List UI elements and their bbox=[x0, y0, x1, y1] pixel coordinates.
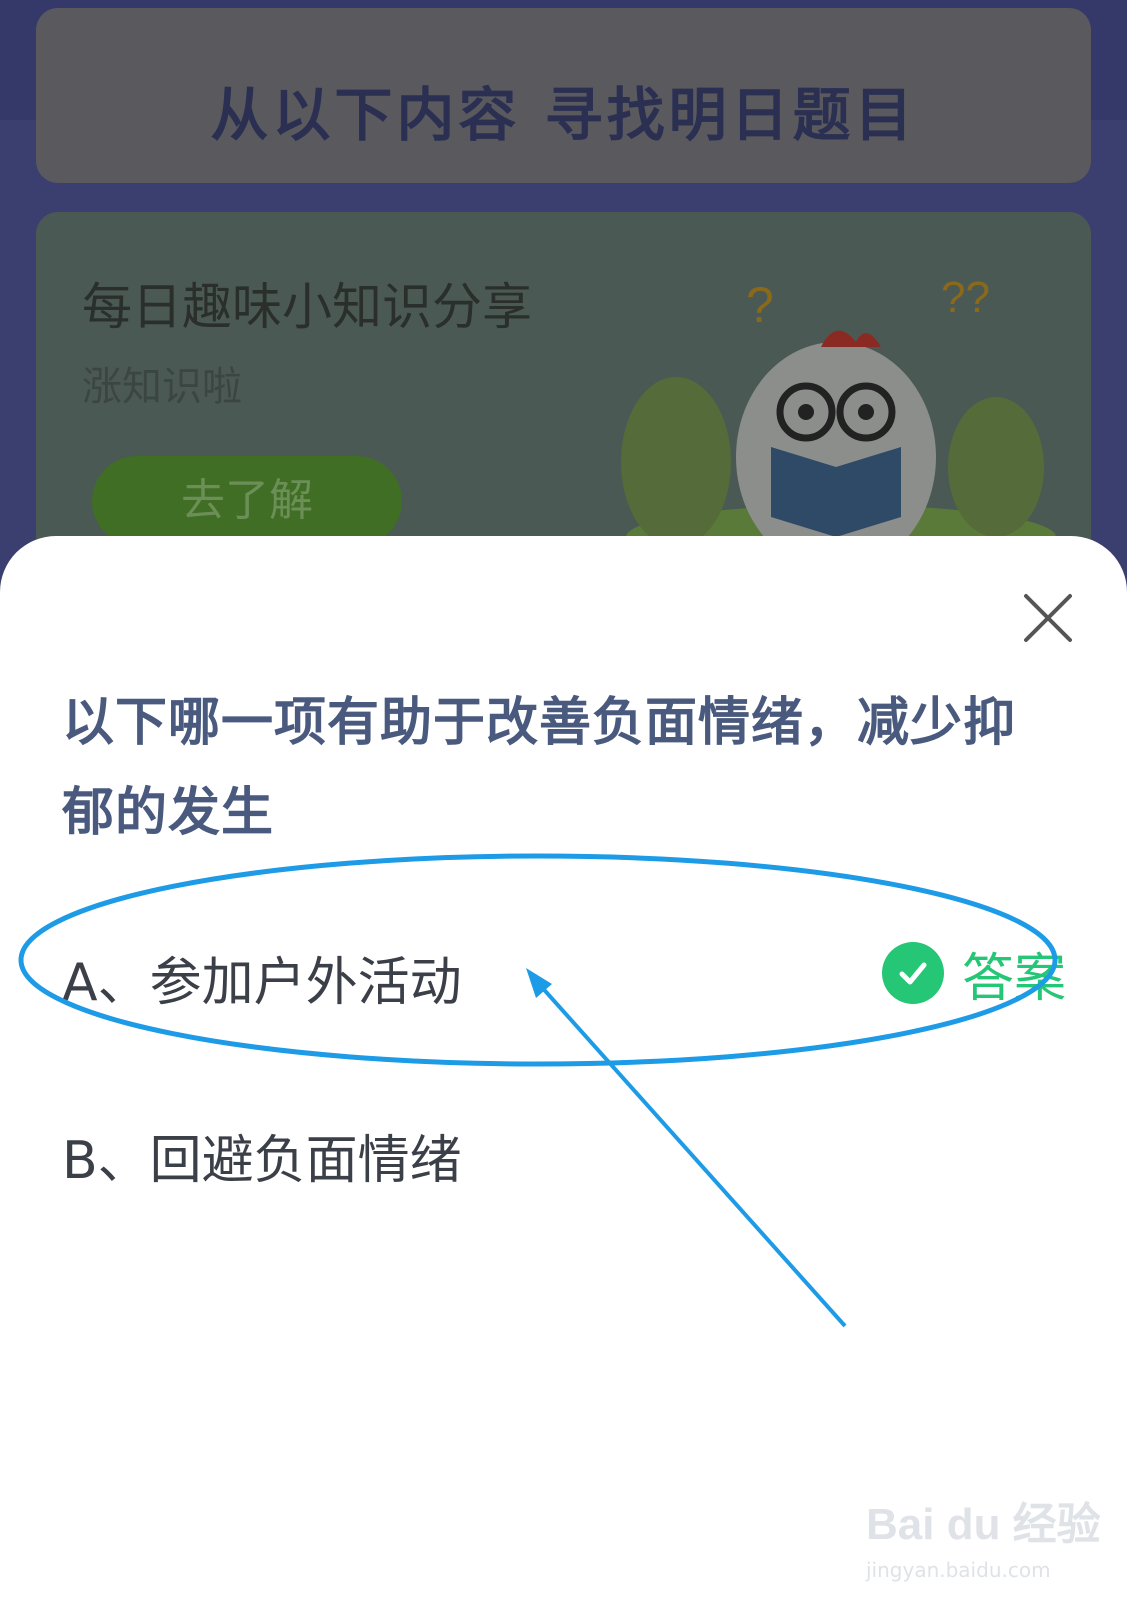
promo-title: 每日趣味小知识分享 bbox=[82, 278, 532, 336]
svg-text:??: ?? bbox=[941, 273, 990, 322]
answer-label: 答案 bbox=[962, 948, 1067, 1009]
svg-text:?: ? bbox=[746, 277, 774, 333]
option-a[interactable]: A、参加户外活动 bbox=[62, 940, 462, 1015]
promo-card[interactable]: 每日趣味小知识分享 涨知识啦 去了解 ? ?? bbox=[36, 212, 1091, 572]
chick-mascot-illustration: ? ?? bbox=[621, 273, 1056, 572]
watermark-sub: jingyan.baidu.com bbox=[866, 1558, 1051, 1582]
option-b[interactable]: B、回避负面情绪 bbox=[62, 1118, 462, 1193]
close-icon[interactable] bbox=[1020, 590, 1076, 646]
watermark-main: Bai du 经验 bbox=[866, 1500, 1101, 1549]
learn-more-button[interactable]: 去了解 bbox=[92, 456, 402, 546]
check-icon bbox=[882, 942, 944, 1004]
promo-subtitle: 涨知识啦 bbox=[82, 364, 242, 410]
baidu-jingyan-watermark: Bai du 经验 jingyan.baidu.com bbox=[866, 1488, 1101, 1582]
header-title: 从以下内容 寻找明日题目 bbox=[210, 81, 917, 149]
answer-badge: 答案 bbox=[882, 942, 1066, 1009]
question-text: 以下哪一项有助于改善负面情绪，减少抑郁的发生 bbox=[62, 693, 1017, 843]
header-card: 从以下内容 寻找明日题目 bbox=[36, 8, 1091, 183]
background-page: 从以下内容 寻找明日题目 每日趣味小知识分享 涨知识啦 去了解 ? ?? bbox=[0, 0, 1127, 600]
